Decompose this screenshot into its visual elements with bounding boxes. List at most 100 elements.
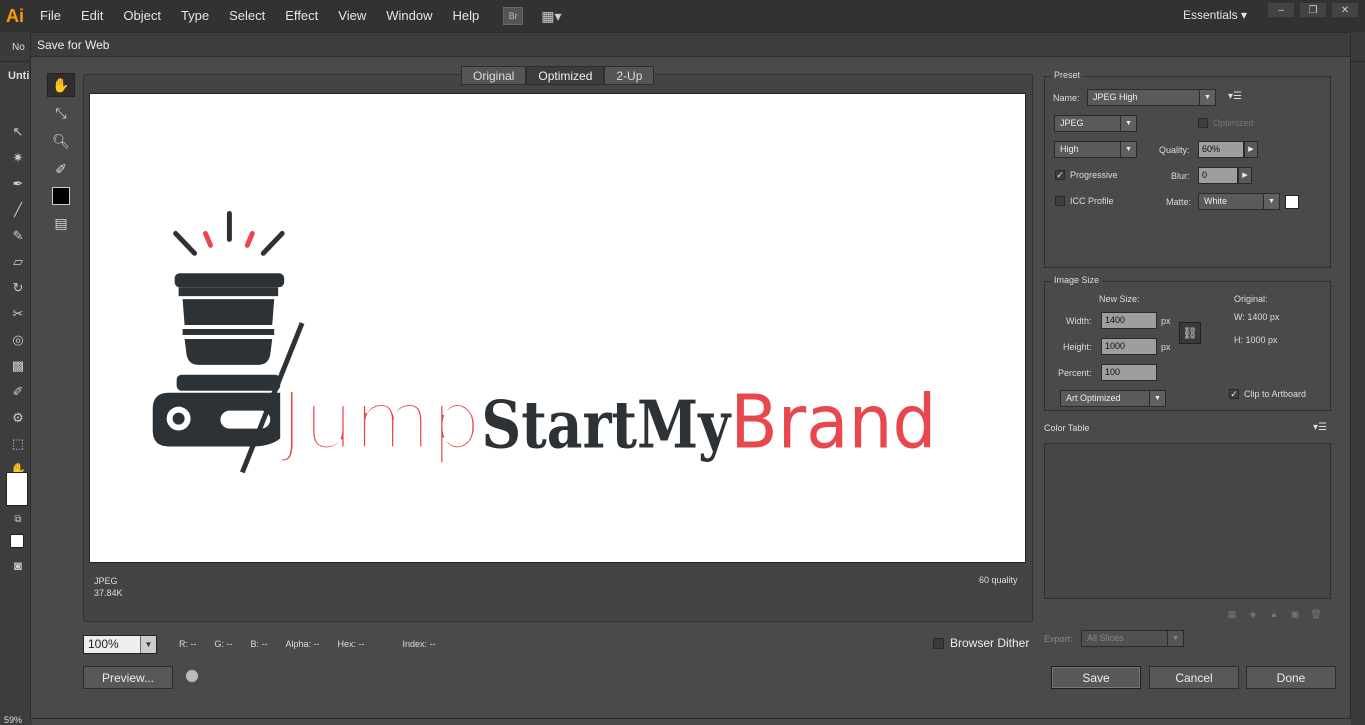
arrange-documents-icon[interactable]: ▦▾ [541, 7, 569, 25]
shape-builder-icon[interactable]: ◎ [10, 332, 26, 348]
filesize-readout: 37.84K [94, 588, 123, 598]
draw-mode-icon[interactable]: ◙ [10, 558, 26, 574]
readout-index: Index: -- [402, 639, 436, 649]
quality-input[interactable]: 60% [1198, 141, 1244, 158]
magic-wand-icon[interactable]: ✷ [10, 150, 26, 166]
preview-button[interactable]: Preview... [83, 666, 173, 689]
matte-select[interactable]: White ▼ [1198, 193, 1280, 210]
icc-profile-checkbox[interactable]: ICC Profile [1055, 196, 1114, 206]
slice-select-tool-icon[interactable]: ⤡ [47, 101, 75, 125]
menu-view[interactable]: View [328, 0, 376, 32]
logo-base-hole-inner [172, 412, 185, 425]
tab-optimized[interactable]: Optimized [526, 66, 605, 85]
resample-select[interactable]: Art Optimized ▼ [1060, 390, 1166, 407]
app-menubar: Ai File Edit Object Type Select Effect View Win… [0, 0, 1365, 32]
swap-colors-icon[interactable]: ⧉ [10, 512, 26, 528]
browser-globe-icon[interactable] [185, 669, 199, 683]
mesh-tool-icon[interactable]: ▩ [10, 358, 26, 374]
web-shift-icon[interactable]: ◈ [1247, 609, 1259, 620]
percent-input[interactable]: 100 [1101, 364, 1157, 381]
stroke-swatch[interactable] [10, 534, 24, 548]
matte-value: White [1204, 196, 1228, 206]
chevron-down-icon[interactable]: ▼ [140, 636, 156, 653]
checkbox-box[interactable]: ✓ [1229, 389, 1239, 399]
brush-tool-icon[interactable]: ✎ [10, 228, 26, 244]
selection-tool-icon[interactable]: ↖ [10, 124, 26, 140]
blur-slider-icon[interactable]: ▶ [1238, 167, 1252, 184]
tab-2-up[interactable]: 2-Up [604, 66, 655, 85]
cancel-button[interactable]: Cancel [1149, 666, 1239, 689]
preset-name-select[interactable]: JPEG High ▼ [1087, 89, 1216, 106]
optimized-checkbox[interactable]: Optimized [1198, 118, 1254, 128]
menu-type[interactable]: Type [171, 0, 219, 32]
line-tool-icon[interactable]: ╱ [10, 202, 26, 218]
workspace-label: Essentials [1182, 8, 1238, 22]
optimize-menu-icon[interactable]: ▾☰ [1228, 91, 1242, 102]
format-value: JPEG [1060, 118, 1084, 128]
zoom-status[interactable]: 59% [4, 715, 22, 725]
zoom-tool-icon[interactable]: 🔍︎ [47, 129, 75, 153]
format-select[interactable]: JPEG ▼ [1054, 115, 1137, 132]
eraser-tool-icon[interactable]: ▱ [10, 254, 26, 270]
new-color-icon[interactable]: ▣ [1289, 609, 1301, 620]
lock-color-icon[interactable]: 🔒︎ [1268, 609, 1280, 620]
clip-to-artboard-checkbox[interactable]: ✓ Clip to Artboard [1229, 389, 1306, 399]
menu-edit[interactable]: Edit [71, 0, 113, 32]
export-select[interactable]: All Slices ▼ [1081, 630, 1184, 647]
menu-file[interactable]: File [30, 0, 71, 32]
chevron-down-icon: ▼ [1167, 631, 1183, 646]
restore-icon[interactable]: ❐ [1299, 2, 1327, 18]
checkbox-box[interactable] [1055, 196, 1065, 206]
logo-ray [203, 230, 213, 248]
quality-preset-select[interactable]: High ▼ [1054, 141, 1137, 158]
checkbox-box[interactable]: ✓ [1055, 170, 1065, 180]
progressive-checkbox[interactable]: ✓ Progressive [1055, 170, 1118, 180]
delete-color-icon[interactable]: 🗑︎ [1310, 609, 1322, 620]
pen-tool-icon[interactable]: ✒ [10, 176, 26, 192]
hand-tool-icon[interactable]: ✋ [47, 73, 75, 97]
eyedropper-tool-icon[interactable]: ✐ [47, 157, 75, 181]
menu-effect[interactable]: Effect [275, 0, 328, 32]
checkbox-box[interactable] [933, 637, 944, 649]
close-icon[interactable]: ✕ [1331, 2, 1359, 18]
chevron-down-icon: ▼ [1120, 142, 1136, 157]
map-web-safe-icon[interactable]: ▦ [1226, 609, 1238, 620]
menu-help[interactable]: Help [442, 0, 489, 32]
eyedropper-color-swatch[interactable] [52, 187, 70, 205]
browser-dither-label: Browser Dither [950, 636, 1030, 650]
zoom-level-select[interactable]: 100% ▼ [83, 635, 157, 654]
image-preview-canvas[interactable]: Jump StartMy Brand [89, 93, 1026, 563]
color-table [1044, 443, 1331, 599]
dialog-title: Save for Web [31, 33, 1350, 57]
matte-color-swatch[interactable] [1285, 195, 1299, 209]
workspace-switcher[interactable]: Essentials ▾ [1183, 8, 1247, 22]
color-table-menu-icon[interactable]: ▾☰ [1313, 422, 1327, 433]
artboard-tool-icon[interactable]: ⬚ [10, 436, 26, 452]
eyedropper-tool-icon[interactable]: ✐ [10, 384, 26, 400]
browser-dither-checkbox[interactable]: Browser Dither [933, 636, 1029, 650]
logo-jar-neck [178, 287, 279, 297]
bridge-button[interactable]: Br [503, 7, 524, 25]
menu-object[interactable]: Object [113, 0, 171, 32]
tab-original[interactable]: Original [461, 66, 527, 85]
menu-select[interactable]: Select [219, 0, 275, 32]
fill-swatch[interactable] [6, 472, 28, 506]
save-button[interactable]: Save [1051, 666, 1141, 689]
document-tab[interactable]: Unti [0, 70, 32, 88]
minimize-icon[interactable]: – [1267, 2, 1295, 18]
width-tool-icon[interactable]: ✂ [10, 306, 26, 322]
width-input[interactable]: 1400 [1101, 312, 1157, 329]
chevron-down-icon: ▼ [1120, 116, 1136, 131]
quality-slider-icon[interactable]: ▶ [1244, 141, 1258, 158]
menu-window[interactable]: Window [376, 0, 442, 32]
optimized-info: JPEG 37.84K [94, 575, 123, 599]
checkbox-box[interactable] [1198, 118, 1208, 128]
constrain-proportions-icon[interactable]: ⛓ [1179, 322, 1201, 344]
rotate-tool-icon[interactable]: ↻ [10, 280, 26, 296]
blur-input[interactable]: 0 [1198, 167, 1238, 184]
done-button[interactable]: Done [1246, 666, 1336, 689]
progressive-label: Progressive [1070, 170, 1118, 180]
symbol-tool-icon[interactable]: ⚙ [10, 410, 26, 426]
toggle-slices-icon[interactable]: ▤ [47, 211, 75, 235]
height-input[interactable]: 1000 [1101, 338, 1157, 355]
